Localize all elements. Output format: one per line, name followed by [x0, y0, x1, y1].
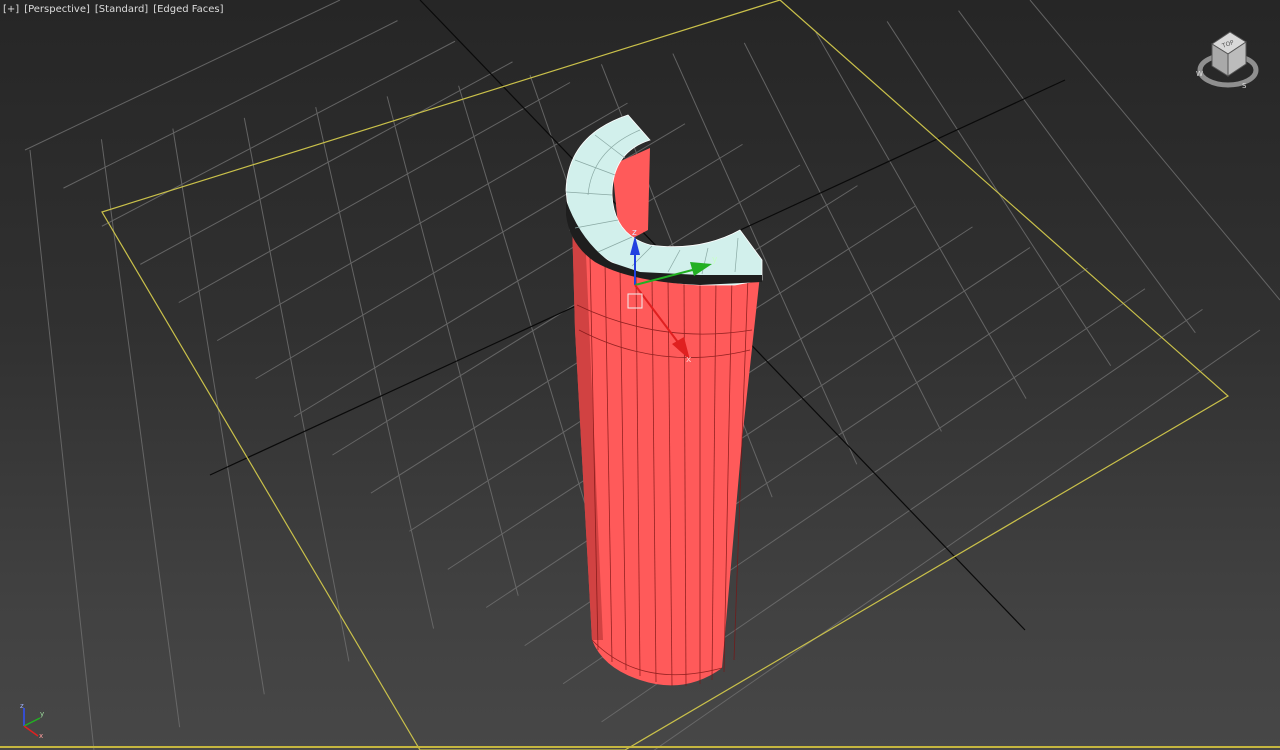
viewport-scene[interactable]: z y x [0, 0, 1280, 750]
gizmo-x-label: x [686, 355, 692, 365]
grid-line [29, 149, 95, 750]
grid-line [815, 31, 1027, 399]
world-axis-tripod: z y x [20, 702, 44, 740]
grid-line [485, 247, 1031, 608]
grid-line [743, 42, 942, 432]
tripod-x-label: x [39, 732, 43, 740]
grid-line [100, 139, 181, 728]
viewport-active-border [0, 746, 1280, 748]
gizmo-y-label: y [712, 255, 718, 265]
grid-line [216, 102, 628, 342]
viewport-plus-menu[interactable]: [+] [2, 4, 20, 18]
selected-cylinder-object[interactable] [565, 114, 763, 687]
grid-line [101, 40, 456, 227]
tripod-y-label: y [40, 710, 44, 718]
grid-line [24, 0, 341, 151]
grid-line [386, 96, 519, 596]
viewport-shading-menu[interactable]: [Standard] [94, 4, 149, 18]
viewcube-compass-west: W [1196, 70, 1203, 78]
perspective-viewport[interactable]: z y x [+] [Perspective] [Standard] [Edge… [0, 0, 1280, 750]
viewport-point-of-view-menu[interactable]: [Perspective] [23, 4, 91, 18]
viewcube[interactable]: TOP W S [1190, 24, 1266, 94]
tripod-z-label: z [20, 702, 24, 710]
viewport-label-menu: [+] [Perspective] [Standard] [Edged Face… [2, 4, 225, 18]
grid-line [178, 82, 571, 303]
grid-line [172, 128, 265, 695]
viewcube-compass-south: S [1242, 82, 1247, 90]
grid-line [140, 61, 513, 265]
grid-line [63, 20, 398, 189]
gizmo-z-label: z [632, 228, 637, 238]
grid-line [958, 10, 1196, 334]
viewport-display-menu[interactable]: [Edged Faces] [152, 4, 224, 18]
